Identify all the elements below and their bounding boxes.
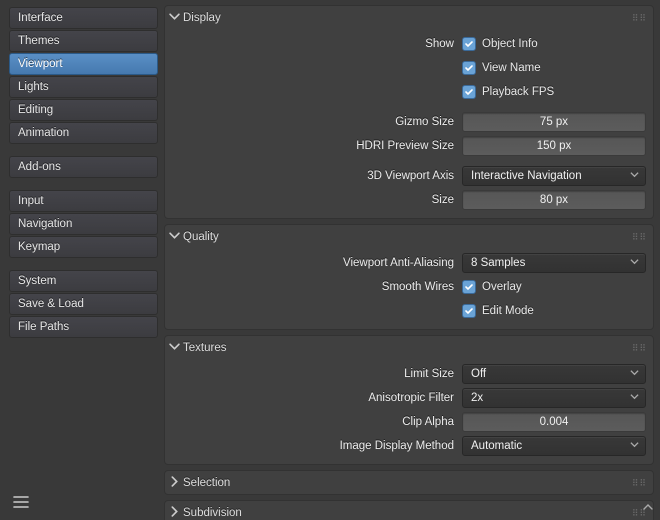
- region-resize-icon[interactable]: [642, 501, 654, 516]
- nav-group-3: System Save & Load File Paths: [9, 270, 158, 338]
- drag-grip-icon[interactable]: ⠿⠿: [632, 234, 647, 240]
- nav-save-load[interactable]: Save & Load: [9, 293, 158, 315]
- clip-alpha-label: Clip Alpha: [172, 416, 462, 428]
- nav-group-1: Add-ons: [9, 156, 158, 178]
- chevron-right-icon: [169, 506, 180, 520]
- clip-alpha-field[interactable]: 0.004: [462, 412, 646, 432]
- nav-navigation[interactable]: Navigation: [9, 213, 158, 235]
- panel-header-selection[interactable]: Selection ⠿⠿: [165, 471, 653, 494]
- nav-file-paths[interactable]: File Paths: [9, 316, 158, 338]
- drag-grip-icon[interactable]: ⠿⠿: [632, 15, 647, 21]
- size-field[interactable]: 80 px: [462, 190, 646, 210]
- axis-select[interactable]: Interactive Navigation: [462, 166, 646, 186]
- nav-interface[interactable]: Interface: [9, 7, 158, 29]
- nav-viewport[interactable]: Viewport: [9, 53, 158, 75]
- panel-selection: Selection ⠿⠿: [164, 470, 654, 495]
- checkbox-object-info[interactable]: [462, 37, 476, 51]
- panel-header-display[interactable]: Display ⠿⠿: [165, 6, 653, 29]
- nav-group-2: Input Navigation Keymap: [9, 190, 158, 258]
- anisotropic-label: Anisotropic Filter: [172, 392, 462, 404]
- limit-size-select[interactable]: Off: [462, 364, 646, 384]
- checkbox-view-name[interactable]: [462, 61, 476, 75]
- panel-header-subdivision[interactable]: Subdivision ⠿⠿: [165, 501, 653, 520]
- checkbox-playback-fps[interactable]: [462, 85, 476, 99]
- chevron-down-icon: [169, 341, 180, 355]
- aa-select[interactable]: 8 Samples: [462, 253, 646, 273]
- panel-quality: Quality ⠿⠿ Viewport Anti-Aliasing 8 Samp…: [164, 224, 654, 330]
- sidebar: Interface Themes Viewport Lights Editing…: [0, 0, 164, 520]
- gizmo-size-label: Gizmo Size: [172, 116, 462, 128]
- checkbox-label: Object Info: [482, 38, 538, 50]
- image-display-select[interactable]: Automatic: [462, 436, 646, 456]
- checkbox-edit-mode[interactable]: [462, 304, 476, 318]
- checkbox-overlay[interactable]: [462, 280, 476, 294]
- chevron-down-icon: [630, 437, 639, 455]
- nav-themes[interactable]: Themes: [9, 30, 158, 52]
- gizmo-size-field[interactable]: 75 px: [462, 112, 646, 132]
- nav-addons[interactable]: Add-ons: [9, 156, 158, 178]
- nav-editing[interactable]: Editing: [9, 99, 158, 121]
- chevron-down-icon: [169, 230, 180, 244]
- panel-textures: Textures ⠿⠿ Limit Size Off Anisotropic F…: [164, 335, 654, 465]
- axis-label: 3D Viewport Axis: [172, 170, 462, 182]
- chevron-down-icon: [630, 254, 639, 272]
- nav-input[interactable]: Input: [9, 190, 158, 212]
- panel-subdivision: Subdivision ⠿⠿: [164, 500, 654, 520]
- smooth-wires-label: Smooth Wires: [172, 281, 462, 293]
- aa-label: Viewport Anti-Aliasing: [172, 257, 462, 269]
- nav-system[interactable]: System: [9, 270, 158, 292]
- chevron-right-icon: [169, 476, 180, 490]
- image-display-label: Image Display Method: [172, 440, 462, 452]
- nav-animation[interactable]: Animation: [9, 122, 158, 144]
- nav-group-0: Interface Themes Viewport Lights Editing…: [9, 7, 158, 144]
- panel-header-textures[interactable]: Textures ⠿⠿: [165, 336, 653, 359]
- hdri-size-field[interactable]: 150 px: [462, 136, 646, 156]
- checkbox-label: Edit Mode: [482, 305, 534, 317]
- panel-title: Subdivision: [183, 507, 242, 519]
- nav-lights[interactable]: Lights: [9, 76, 158, 98]
- size-label: Size: [172, 194, 462, 206]
- checkbox-label: Playback FPS: [482, 86, 554, 98]
- chevron-down-icon: [630, 167, 639, 185]
- chevron-down-icon: [169, 11, 180, 25]
- drag-grip-icon[interactable]: ⠿⠿: [632, 345, 647, 351]
- drag-grip-icon[interactable]: ⠿⠿: [632, 480, 647, 486]
- chevron-down-icon: [630, 389, 639, 407]
- show-label: Show: [172, 38, 462, 50]
- hdri-size-label: HDRI Preview Size: [172, 140, 462, 152]
- anisotropic-select[interactable]: 2x: [462, 388, 646, 408]
- checkbox-label: Overlay: [482, 281, 522, 293]
- panel-title: Display: [183, 12, 221, 24]
- panel-display: Display ⠿⠿ Show Object Info View Name: [164, 5, 654, 219]
- checkbox-label: View Name: [482, 62, 541, 74]
- hamburger-icon[interactable]: [9, 490, 158, 514]
- chevron-down-icon: [630, 365, 639, 383]
- panel-title: Textures: [183, 342, 226, 354]
- limit-size-label: Limit Size: [172, 368, 462, 380]
- main-content: Display ⠿⠿ Show Object Info View Name: [164, 0, 660, 520]
- panel-title: Quality: [183, 231, 219, 243]
- nav-keymap[interactable]: Keymap: [9, 236, 158, 258]
- panel-title: Selection: [183, 477, 230, 489]
- panel-header-quality[interactable]: Quality ⠿⠿: [165, 225, 653, 248]
